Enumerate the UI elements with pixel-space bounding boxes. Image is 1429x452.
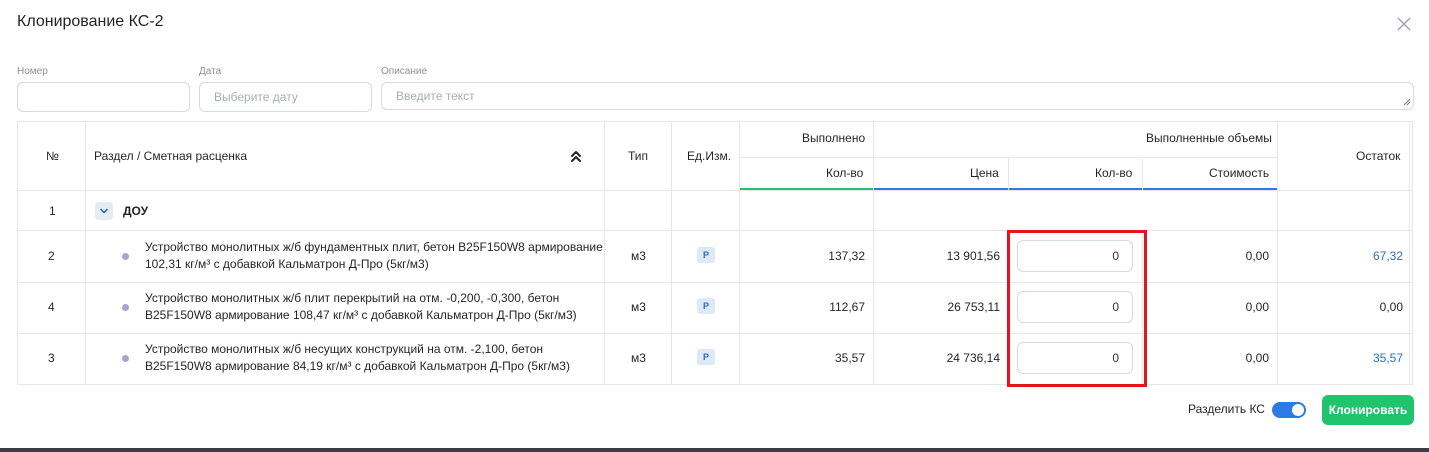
col-header-unit: Ед.Изм. (687, 149, 732, 163)
col-header-done: Выполнено (802, 131, 866, 145)
row-qty-input[interactable] (1017, 342, 1133, 374)
col-header-section: Раздел / Сметная расценка (94, 149, 248, 163)
date-label: Дата (199, 66, 222, 77)
number-label: Номер (17, 66, 48, 77)
group-num: 1 (49, 204, 56, 218)
row-type: м3 (631, 300, 646, 314)
row-done-qty: 112,67 (829, 300, 865, 314)
resize-grip-icon[interactable] (1403, 98, 1411, 106)
col-header-cost: Стоимость (1209, 166, 1270, 180)
qty-underline (1009, 188, 1142, 190)
row-description-line: Устройство монолитных ж/б плит перекрыти… (145, 291, 560, 305)
col-header-volumes: Выполненные объемы (1146, 131, 1272, 145)
col-header-price: Цена (970, 166, 999, 180)
unit-badge: Р (697, 298, 715, 314)
row-type: м3 (631, 351, 646, 365)
close-button[interactable] (1394, 14, 1414, 34)
description-input[interactable] (381, 82, 1414, 110)
row-price: 26 753,11 (947, 300, 1001, 314)
collapse-all-button[interactable] (569, 148, 583, 164)
row-description-line: Устройство монолитных ж/б фундаментных п… (145, 240, 603, 254)
row-price: 24 736,14 (946, 351, 1000, 365)
row-done-qty: 137,32 (828, 249, 865, 263)
clone-ks2-dialog: Клонирование КС-2 Номер Дата Описание (0, 0, 1429, 449)
row-cost: 0,00 (1245, 300, 1269, 314)
col-header-type: Тип (628, 149, 649, 163)
dot-icon (122, 253, 129, 260)
row-num: 4 (48, 300, 55, 314)
row-description: Устройство монолитных ж/б фундаментных п… (145, 239, 603, 273)
dot-icon (122, 304, 129, 311)
row-qty-input[interactable] (1017, 240, 1133, 272)
row-description-line: В25F150W8 армирование 84,19 кг/м³ с доба… (145, 359, 570, 373)
row-description-line: 102,31 кг/м³ с добавкой Кальматрон Д-Про… (145, 257, 429, 271)
done-qty-underline (740, 188, 873, 190)
unit-badge: Р (697, 349, 715, 365)
row-type: м3 (631, 249, 646, 263)
number-input[interactable] (17, 82, 190, 112)
col-header-qty: Кол-во (1095, 166, 1133, 180)
row-rest[interactable]: 35,57 (1278, 351, 1403, 365)
col-header-done-qty: Кол-во (826, 166, 864, 180)
split-ks-label: Разделить КС (1188, 402, 1265, 416)
dot-icon (122, 355, 129, 362)
estimate-table: № Раздел / Сметная расценка Тип Ед.Изм. … (17, 121, 1413, 385)
row-description: Устройство монолитных ж/б несущих констр… (145, 341, 603, 375)
cost-underline (1143, 188, 1277, 190)
row-description-line: В25F150W8 армирование 108,47 кг/м³ с доб… (145, 308, 577, 322)
col-header-num: № (46, 149, 59, 163)
price-underline (874, 188, 1008, 190)
window-bottom-edge (0, 448, 1429, 452)
double-chevron-up-icon (571, 151, 581, 162)
group-name: ДОУ (123, 204, 149, 218)
row-num: 3 (48, 351, 55, 365)
clone-button[interactable]: Клонировать (1322, 395, 1414, 425)
date-input[interactable] (199, 82, 372, 112)
row-rest[interactable]: 67,32 (1278, 249, 1403, 263)
description-label: Описание (381, 66, 428, 77)
dialog-title: Клонирование КС-2 (17, 13, 164, 30)
close-icon (1397, 17, 1411, 31)
row-description-line: Устройство монолитных ж/б несущих констр… (145, 342, 544, 356)
unit-badge: Р (697, 247, 715, 263)
chevron-down-icon (100, 208, 108, 214)
group-expand-button[interactable] (95, 202, 113, 220)
row-qty-input[interactable] (1017, 291, 1133, 323)
col-header-rest: Остаток (1356, 149, 1401, 163)
toggle-knob (1292, 404, 1304, 416)
row-cost: 0,00 (1245, 249, 1269, 263)
row-rest: 0,00 (1379, 300, 1403, 314)
row-num: 2 (48, 249, 55, 263)
row-cost: 0,00 (1245, 351, 1269, 365)
row-done-qty: 35,57 (834, 351, 865, 365)
row-price: 13 901,56 (946, 249, 1000, 263)
row-description: Устройство монолитных ж/б плит перекрыти… (145, 290, 603, 324)
split-ks-toggle[interactable] (1272, 402, 1306, 418)
